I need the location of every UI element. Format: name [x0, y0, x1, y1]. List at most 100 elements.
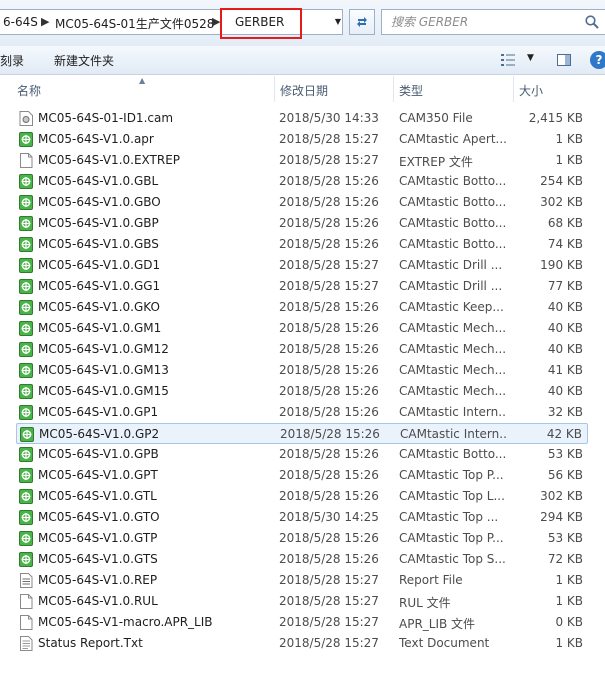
search-icon[interactable]: [584, 14, 600, 30]
file-row[interactable]: MC05-64S-V1.0.apr 2018/5/28 15:27 CAMtasti…: [16, 129, 588, 150]
change-view-button[interactable]: ▼: [500, 52, 540, 68]
help-icon[interactable]: ?: [590, 51, 605, 69]
file-type: CAMtastic Keep...: [399, 300, 504, 314]
file-row[interactable]: MC05-64S-V1.0.GPB 2018/5/28 15:26 CAMtasti…: [16, 444, 588, 465]
breadcrumb-parent[interactable]: 6-64S: [3, 15, 38, 29]
file-date: 2018/5/28 15:26: [279, 468, 379, 482]
file-row[interactable]: MC05-64S-V1.0.GBL 2018/5/28 15:26 CAMtasti…: [16, 171, 588, 192]
column-divider[interactable]: [393, 76, 394, 102]
camtastic-icon: [19, 174, 33, 189]
file-name: MC05-64S-V1.0.GTS: [38, 552, 158, 566]
file-row[interactable]: MC05-64S-V1.0.GKO 2018/5/28 15:26 CAMtasti…: [16, 297, 588, 318]
column-header: ▲ 名称 修改日期 类型 大小: [0, 76, 605, 102]
file-type: Text Document: [399, 636, 490, 650]
file-size: 77 KB: [547, 279, 583, 293]
file-name: MC05-64S-V1.0.RUL: [38, 594, 158, 608]
file-date: 2018/5/28 15:27: [279, 594, 379, 608]
file-size: 254 KB: [540, 174, 583, 188]
file-row[interactable]: MC05-64S-V1.0.RUL 2018/5/28 15:27 RUL 文件 1 …: [16, 591, 588, 612]
file-row[interactable]: MC05-64S-V1.0.GG1 2018/5/28 15:27 CAMtasti…: [16, 276, 588, 297]
camtastic-icon: [19, 279, 33, 294]
file-date: 2018/5/28 15:26: [279, 447, 379, 461]
file-name: MC05-64S-V1.0.GPT: [38, 468, 158, 482]
file-row[interactable]: MC05-64S-V1.0.GBO 2018/5/28 15:26 CAMtasti…: [16, 192, 588, 213]
file-row[interactable]: MC05-64S-01-ID1.cam 2018/5/30 14:33 CAM350…: [16, 108, 588, 129]
file-type: CAMtastic Top S...: [399, 552, 506, 566]
preview-pane-icon[interactable]: [556, 52, 572, 68]
file-name: MC05-64S-01-ID1.cam: [38, 111, 174, 125]
file-name: MC05-64S-V1.0.apr: [38, 132, 154, 146]
file-row[interactable]: MC05-64S-V1.0.GM15 2018/5/28 15:26 CAMtast…: [16, 381, 588, 402]
file-name: MC05-64S-V1.0.GTO: [38, 510, 160, 524]
file-size: 40 KB: [547, 300, 583, 314]
breadcrumb-separator-icon[interactable]: ▶: [41, 15, 49, 28]
file-date: 2018/5/28 15:26: [279, 195, 379, 209]
file-row[interactable]: MC05-64S-V1.0.GM12 2018/5/28 15:26 CAMtast…: [16, 339, 588, 360]
camtastic-icon: [20, 427, 34, 442]
file-size: 1 KB: [555, 153, 583, 167]
chevron-down-icon[interactable]: ▼: [329, 9, 347, 35]
file-row[interactable]: MC05-64S-V1.0.GBP 2018/5/28 15:26 CAMtasti…: [16, 213, 588, 234]
file-date: 2018/5/28 15:27: [279, 132, 379, 146]
file-size: 302 KB: [540, 195, 583, 209]
file-row[interactable]: MC05-64S-V1.0.REP 2018/5/28 15:27 Report F…: [16, 570, 588, 591]
file-row[interactable]: MC05-64S-V1.0.GTP 2018/5/28 15:26 CAMtasti…: [16, 528, 588, 549]
file-name: MC05-64S-V1.0.GD1: [38, 258, 161, 272]
file-date: 2018/5/28 15:26: [279, 237, 379, 251]
file-type: CAMtastic Intern...: [399, 405, 507, 419]
new-folder-button[interactable]: 新建文件夹: [54, 52, 114, 69]
column-name[interactable]: 名称: [17, 82, 41, 99]
column-size[interactable]: 大小: [519, 82, 543, 99]
column-divider[interactable]: [513, 76, 514, 102]
address-area: 6-64S ▶ MC05-64S-01生产文件0528 ▶ GERBER ▼: [0, 0, 605, 46]
camtastic-icon: [19, 132, 33, 147]
report-file-icon: [20, 573, 33, 588]
column-date[interactable]: 修改日期: [280, 82, 328, 99]
camtastic-icon: [19, 237, 33, 252]
breadcrumb-folder[interactable]: MC05-64S-01生产文件0528: [55, 15, 214, 32]
file-date: 2018/5/30 14:33: [279, 111, 379, 125]
burn-button[interactable]: 刻录: [0, 52, 24, 69]
view-details-icon: [501, 54, 515, 66]
search-input[interactable]: [382, 10, 581, 34]
file-size: 32 KB: [547, 405, 583, 419]
file-type: CAMtastic Botto...: [399, 195, 507, 209]
file-date: 2018/5/28 15:27: [279, 153, 379, 167]
file-row[interactable]: MC05-64S-V1-macro.APR_LIB 2018/5/28 15:27…: [16, 612, 588, 633]
file-date: 2018/5/28 15:27: [279, 258, 379, 272]
file-row[interactable]: MC05-64S-V1.0.GTS 2018/5/28 15:26 CAMtasti…: [16, 549, 588, 570]
file-row[interactable]: MC05-64S-V1.0.GTO 2018/5/30 14:25 CAMtasti…: [16, 507, 588, 528]
chevron-down-icon[interactable]: ▼: [527, 53, 534, 63]
search-box[interactable]: [381, 9, 605, 35]
file-date: 2018/5/28 15:26: [279, 174, 379, 188]
file-row[interactable]: MC05-64S-V1.0.GPT 2018/5/28 15:26 CAMtasti…: [16, 465, 588, 486]
file-size: 42 KB: [546, 427, 582, 441]
file-row[interactable]: MC05-64S-V1.0.GD1 2018/5/28 15:27 CAMtasti…: [16, 255, 588, 276]
file-name: MC05-64S-V1.0.EXTREP: [38, 153, 181, 167]
blank-file-icon: [20, 153, 33, 168]
file-date: 2018/5/28 15:27: [279, 636, 379, 650]
file-size: 41 KB: [547, 363, 583, 377]
file-row[interactable]: MC05-64S-V1.0.GBS 2018/5/28 15:26 CAMtasti…: [16, 234, 588, 255]
file-name: MC05-64S-V1.0.GTL: [38, 489, 157, 503]
column-type[interactable]: 类型: [399, 82, 423, 99]
file-row[interactable]: MC05-64S-V1.0.GM13 2018/5/28 15:26 CAMtast…: [16, 360, 588, 381]
file-type: CAMtastic Apert...: [399, 132, 507, 146]
file-row[interactable]: Status Report.Txt 2018/5/28 15:27 Text Doc…: [16, 633, 588, 654]
refresh-button[interactable]: [349, 9, 375, 35]
file-row[interactable]: MC05-64S-V1.0.GM1 2018/5/28 15:26 CAMtasti…: [16, 318, 588, 339]
file-row[interactable]: MC05-64S-V1.0.GP2 2018/5/28 15:26 CAMtasti…: [16, 423, 588, 444]
file-name: MC05-64S-V1.0.GBP: [38, 216, 159, 230]
file-name: MC05-64S-V1.0.GP1: [38, 405, 159, 419]
file-row[interactable]: MC05-64S-V1.0.GP1 2018/5/28 15:26 CAMtasti…: [16, 402, 588, 423]
file-row[interactable]: MC05-64S-V1.0.EXTREP 2018/5/28 15:27 EXTRE…: [16, 150, 588, 171]
file-date: 2018/5/28 15:26: [279, 363, 379, 377]
file-name: MC05-64S-V1.0.GM13: [38, 363, 169, 377]
file-name: MC05-64S-V1.0.GM15: [38, 384, 169, 398]
file-size: 53 KB: [547, 531, 583, 545]
file-type: CAMtastic Top P...: [399, 468, 504, 482]
file-row[interactable]: MC05-64S-V1.0.GTL 2018/5/28 15:26 CAMtasti…: [16, 486, 588, 507]
camtastic-icon: [19, 195, 33, 210]
file-date: 2018/5/28 15:27: [279, 573, 379, 587]
column-divider[interactable]: [274, 76, 275, 102]
